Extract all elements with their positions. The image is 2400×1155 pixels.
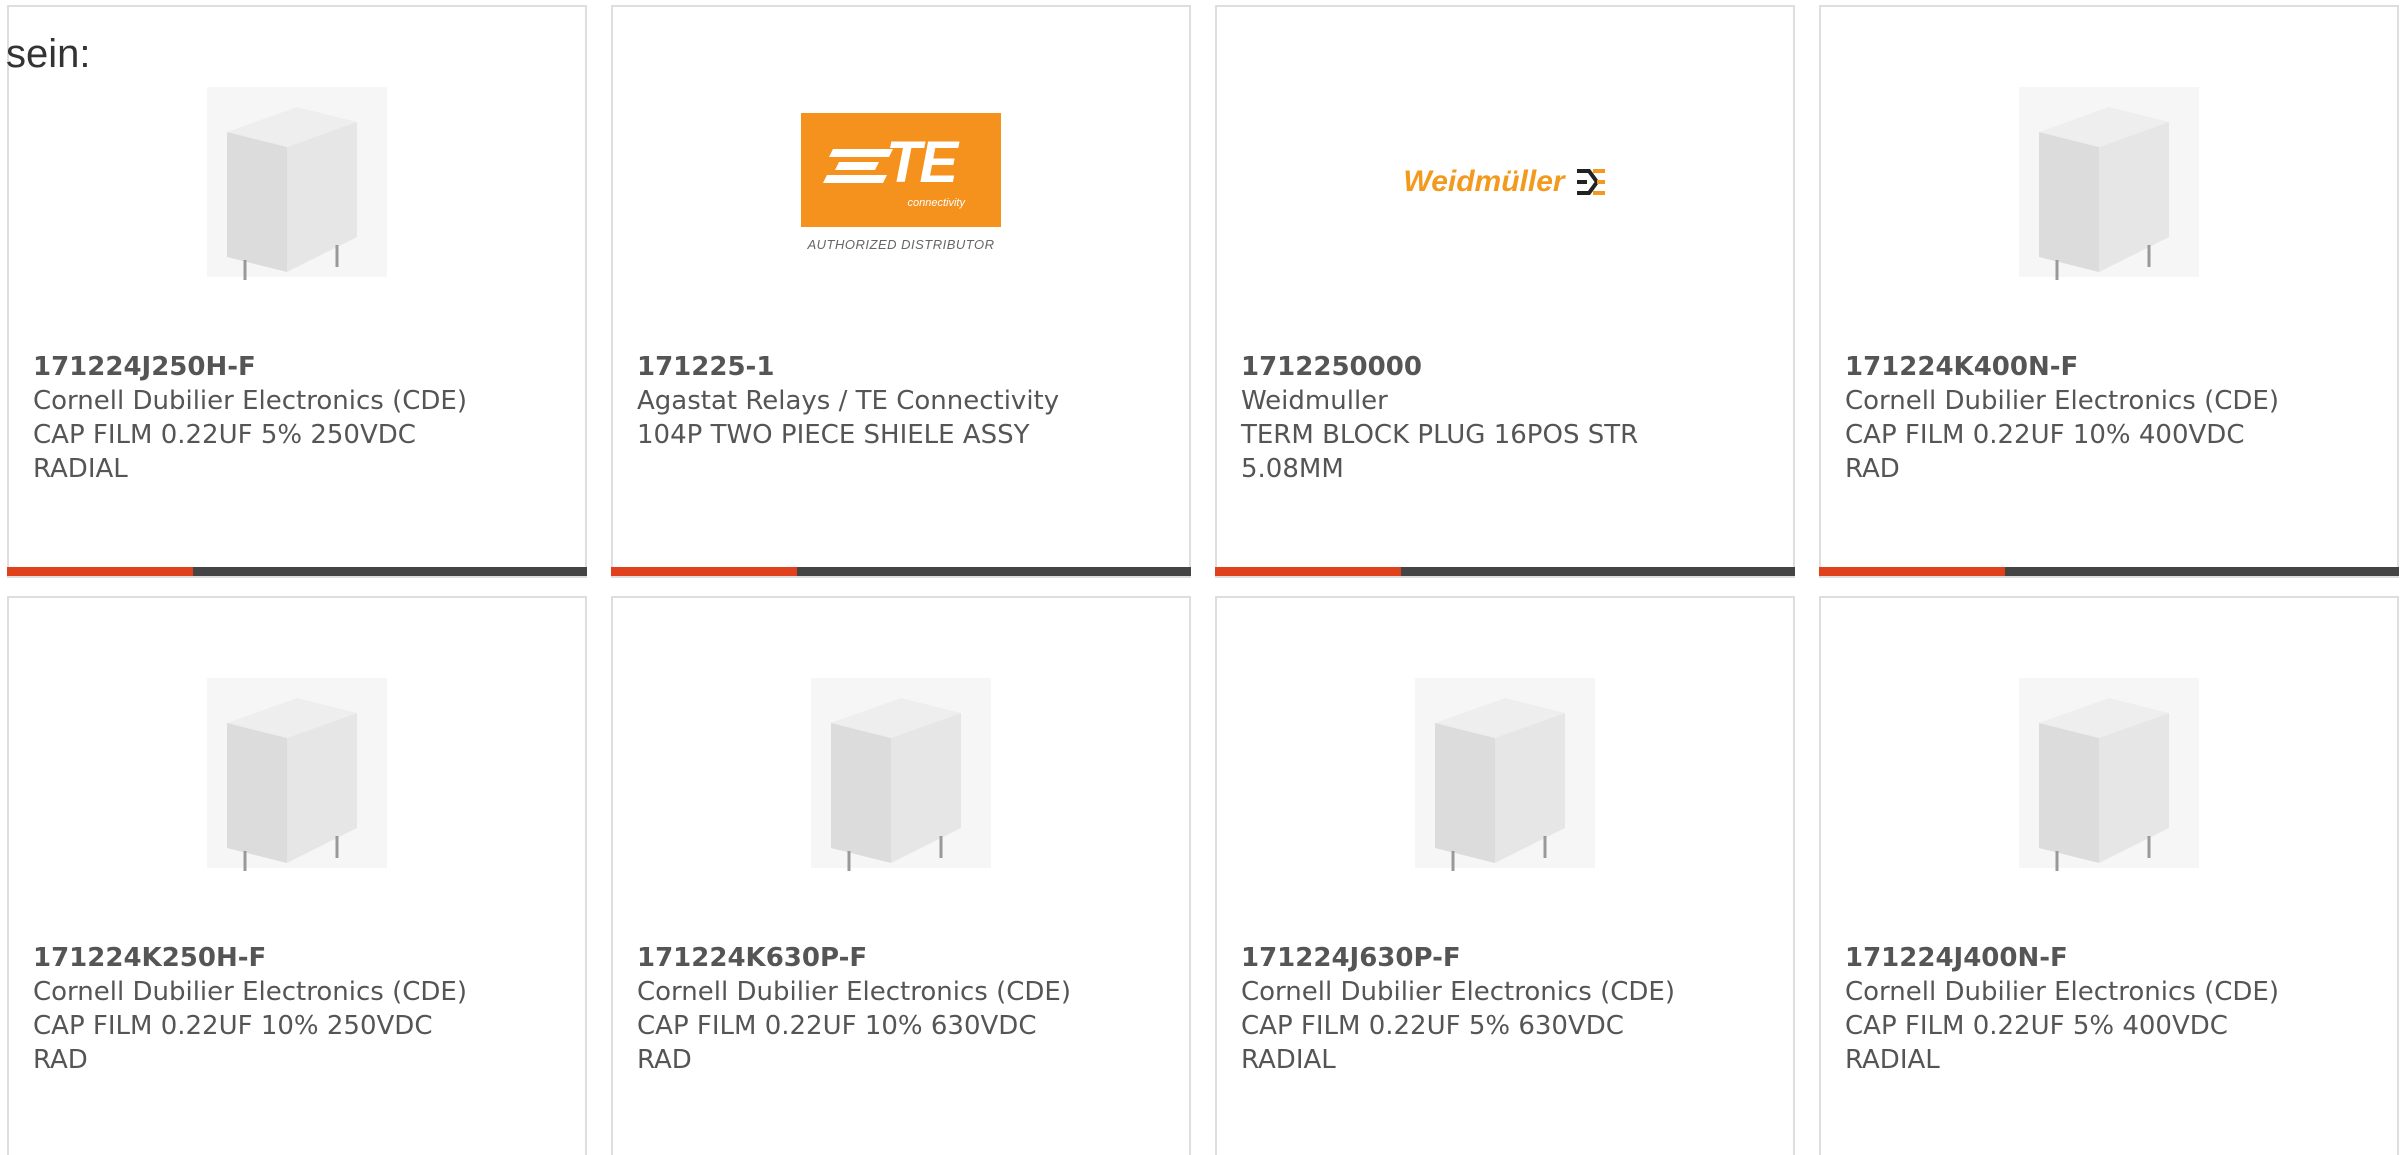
- product-card[interactable]: 171224K250H-F Cornell Dubilier Electroni…: [7, 596, 587, 1155]
- product-card[interactable]: 171224K400N-F Cornell Dubilier Electroni…: [1819, 5, 2399, 578]
- description: CAP FILM 0.22UF 5% 630VDC RADIAL: [1241, 1011, 1624, 1075]
- product-info: 171224J250H-F Cornell Dubilier Electroni…: [33, 350, 561, 486]
- description: CAP FILM 0.22UF 5% 250VDC RADIAL: [33, 420, 416, 484]
- film-capacitor-icon: [1415, 678, 1595, 871]
- product-card[interactable]: 171224K630P-F Cornell Dubilier Electroni…: [611, 596, 1191, 1155]
- weidmuller-mark-icon: [1576, 169, 1605, 195]
- product-info: 1712250000 Weidmuller TERM BLOCK PLUG 16…: [1241, 350, 1769, 486]
- film-capacitor-icon: [2019, 678, 2199, 871]
- te-logo-box: TE connectivity: [801, 112, 1001, 227]
- product-image[interactable]: [1821, 658, 2397, 888]
- description: 104P TWO PIECE SHIELE ASSY: [637, 420, 1030, 450]
- film-capacitor-icon: [207, 87, 387, 280]
- part-number[interactable]: 1712250000: [1241, 350, 1769, 384]
- description: TERM BLOCK PLUG 16POS STR 5.08MM: [1241, 420, 1639, 484]
- te-logo-caption: AUTHORIZED DISTRIBUTOR: [807, 236, 995, 252]
- manufacturer: Cornell Dubilier Electronics (CDE): [1241, 977, 1675, 1007]
- part-number[interactable]: 171224K630P-F: [637, 941, 1165, 975]
- product-card[interactable]: TE connectivity AUTHORIZED DISTRIBUTOR 1…: [611, 5, 1191, 578]
- page: sein: 171224J250H-F Cornell Dubilier Ele…: [0, 0, 2400, 1155]
- part-number[interactable]: 171224K250H-F: [33, 941, 561, 975]
- product-image[interactable]: [1217, 658, 1793, 888]
- product-info: 171224K630P-F Cornell Dubilier Electroni…: [637, 941, 1165, 1077]
- manufacturer: Cornell Dubilier Electronics (CDE): [637, 977, 1071, 1007]
- part-number[interactable]: 171224J250H-F: [33, 350, 561, 384]
- manufacturer: Weidmuller: [1241, 386, 1388, 416]
- weidmuller-logo-text: Weidmüller: [1403, 165, 1565, 198]
- progress-bar: [1215, 567, 1795, 576]
- product-image[interactable]: [9, 658, 585, 888]
- product-card[interactable]: Weidmüller 1712250000 Weidmuller TERM BL…: [1215, 5, 1795, 578]
- te-bars-icon: [823, 148, 893, 183]
- product-grid: 171224J250H-F Cornell Dubilier Electroni…: [7, 5, 2399, 1155]
- product-image[interactable]: [1821, 67, 2397, 297]
- progress-bar: [7, 567, 587, 576]
- description: CAP FILM 0.22UF 10% 250VDC RAD: [33, 1011, 433, 1075]
- progress-fill: [611, 567, 797, 576]
- description: CAP FILM 0.22UF 10% 400VDC RAD: [1845, 420, 2245, 484]
- progress-bar: [1819, 567, 2399, 576]
- te-logo-text: TE: [885, 129, 958, 195]
- progress-bar: [611, 567, 1191, 576]
- part-number[interactable]: 171225-1: [637, 350, 1165, 384]
- description: CAP FILM 0.22UF 10% 630VDC RAD: [637, 1011, 1037, 1075]
- product-image[interactable]: Weidmüller: [1217, 67, 1793, 297]
- product-info: 171224K400N-F Cornell Dubilier Electroni…: [1845, 350, 2373, 486]
- progress-fill: [7, 567, 193, 576]
- film-capacitor-icon: [2019, 87, 2199, 280]
- manufacturer: Cornell Dubilier Electronics (CDE): [1845, 977, 2279, 1007]
- product-image[interactable]: [613, 658, 1189, 888]
- product-card[interactable]: 171224J250H-F Cornell Dubilier Electroni…: [7, 5, 587, 578]
- product-info: 171224J630P-F Cornell Dubilier Electroni…: [1241, 941, 1769, 1077]
- part-number[interactable]: 171224K400N-F: [1845, 350, 2373, 384]
- film-capacitor-icon: [811, 678, 991, 871]
- description: CAP FILM 0.22UF 5% 400VDC RADIAL: [1845, 1011, 2228, 1075]
- film-capacitor-icon: [207, 678, 387, 871]
- product-info: 171225-1 Agastat Relays / TE Connectivit…: [637, 350, 1165, 452]
- product-image[interactable]: TE connectivity AUTHORIZED DISTRIBUTOR: [613, 67, 1189, 297]
- manufacturer: Agastat Relays / TE Connectivity: [637, 386, 1060, 416]
- manufacturer: Cornell Dubilier Electronics (CDE): [1845, 386, 2279, 416]
- product-card[interactable]: 171224J630P-F Cornell Dubilier Electroni…: [1215, 596, 1795, 1155]
- te-connectivity-logo: TE connectivity AUTHORIZED DISTRIBUTOR: [801, 112, 1001, 252]
- te-logo-subtext: connectivity: [907, 196, 965, 209]
- progress-fill: [1819, 567, 2005, 576]
- intro-text: sein:: [6, 32, 91, 76]
- product-card[interactable]: 171224J400N-F Cornell Dubilier Electroni…: [1819, 596, 2399, 1155]
- product-info: 171224J400N-F Cornell Dubilier Electroni…: [1845, 941, 2373, 1077]
- product-image[interactable]: [9, 67, 585, 297]
- progress-fill: [1215, 567, 1401, 576]
- manufacturer: Cornell Dubilier Electronics (CDE): [33, 386, 467, 416]
- manufacturer: Cornell Dubilier Electronics (CDE): [33, 977, 467, 1007]
- part-number[interactable]: 171224J400N-F: [1845, 941, 2373, 975]
- part-number[interactable]: 171224J630P-F: [1241, 941, 1769, 975]
- weidmuller-logo: Weidmüller: [1403, 165, 1606, 199]
- product-info: 171224K250H-F Cornell Dubilier Electroni…: [33, 941, 561, 1077]
